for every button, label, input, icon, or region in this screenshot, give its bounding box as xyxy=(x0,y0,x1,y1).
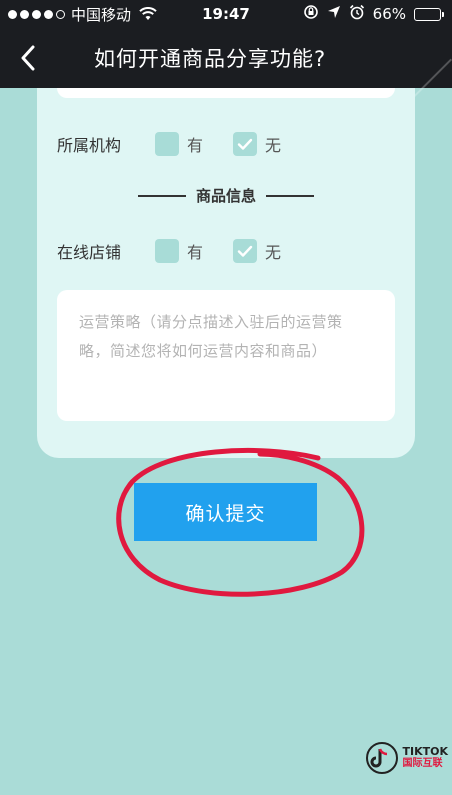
org-label: 所属机构 xyxy=(57,136,122,155)
signal-strength-icon xyxy=(8,9,65,19)
shop-label: 在线店铺 xyxy=(57,243,122,262)
shop-yes-label: 有 xyxy=(187,243,204,262)
chevron-left-icon xyxy=(21,45,35,71)
strategy-textarea[interactable]: 运营策略（请分点描述入驻后的运营策略，简述您将如何运营内容和商品） xyxy=(57,290,395,421)
shop-no-checkbox[interactable] xyxy=(233,239,258,263)
submit-button[interactable]: 确认提交 xyxy=(134,483,317,541)
back-button[interactable] xyxy=(0,28,56,88)
shop-option-yes[interactable]: 有 xyxy=(155,239,203,263)
status-bar: 中国移动 19:47 66% xyxy=(0,0,452,28)
wifi-icon xyxy=(139,7,157,21)
org-row: 所属机构 有 无 xyxy=(57,129,311,159)
page-title: 如何开通商品分享功能? xyxy=(94,47,327,71)
watermark-line2: 国际互联 xyxy=(402,758,443,769)
org-option-yes[interactable]: 有 xyxy=(155,132,203,156)
org-no-label: 无 xyxy=(265,136,282,155)
section-title: 商品信息 xyxy=(195,187,256,205)
battery-percent: 66% xyxy=(372,5,406,23)
shop-no-label: 无 xyxy=(265,243,282,262)
tiktok-logo-icon xyxy=(365,742,398,774)
watermark-line1: TIKTOK xyxy=(402,745,449,758)
shop-row: 在线店铺 有 无 xyxy=(57,236,311,266)
nav-bar: 如何开通商品分享功能? xyxy=(0,28,452,88)
org-yes-checkbox[interactable] xyxy=(155,132,179,156)
watermark: TIKTOK 国际互联 xyxy=(365,741,449,775)
org-yes-label: 有 xyxy=(187,136,204,155)
checkmark-icon xyxy=(237,245,253,257)
carrier-name: 中国移动 xyxy=(71,5,132,24)
alarm-icon xyxy=(349,4,365,24)
form-card: 所属机构 有 无 商品信息 在线店铺 有 无 运营策略（请分点描述入驻后的运营策… xyxy=(37,88,415,458)
location-arrow-icon xyxy=(327,5,341,23)
shop-option-no[interactable]: 无 xyxy=(233,239,281,263)
section-header: 商品信息 xyxy=(37,185,415,206)
org-option-no[interactable]: 无 xyxy=(233,132,281,156)
strategy-placeholder: 运营策略（请分点描述入驻后的运营策略，简述您将如何运营内容和商品） xyxy=(79,313,343,360)
previous-field-bottom xyxy=(57,88,395,98)
checkmark-icon xyxy=(237,138,253,150)
rotation-lock-icon xyxy=(303,4,319,24)
battery-icon xyxy=(414,7,444,21)
org-no-checkbox[interactable] xyxy=(233,132,258,156)
divider-line xyxy=(266,194,314,197)
shop-yes-checkbox[interactable] xyxy=(155,239,179,263)
divider-line xyxy=(137,194,186,197)
